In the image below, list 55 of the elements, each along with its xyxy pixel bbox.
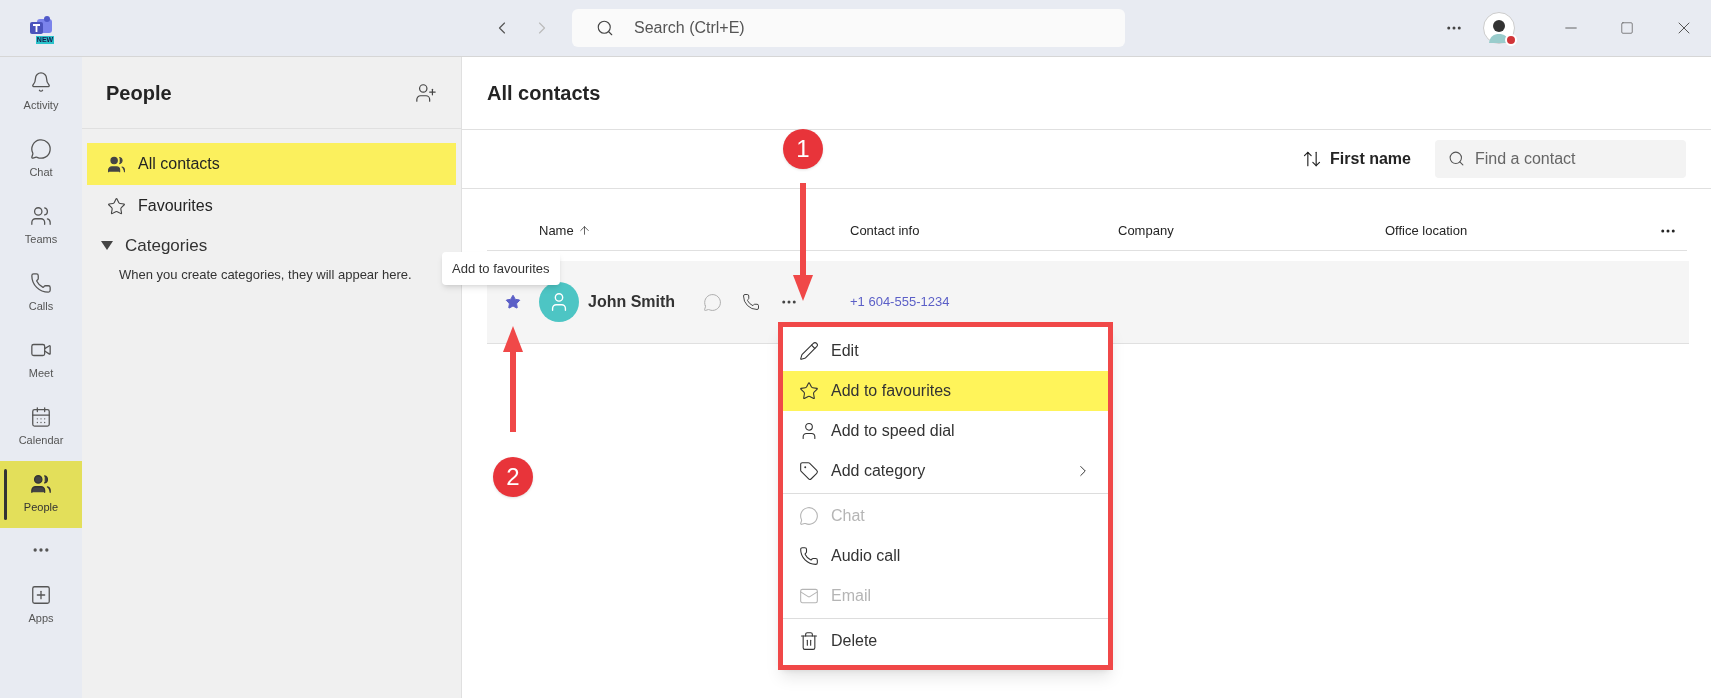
pencil-icon <box>799 341 819 361</box>
menu-item[interactable]: Delete <box>783 621 1108 661</box>
rail-icon <box>30 138 52 161</box>
column-header: Company <box>1118 221 1175 240</box>
chat-icon <box>799 506 819 526</box>
menu-item[interactable]: Add to favourites <box>783 371 1108 411</box>
people-icon <box>107 154 126 174</box>
column-header: Office location <box>1385 221 1469 240</box>
star-icon <box>107 196 126 216</box>
rail-item[interactable]: Calendar <box>0 394 82 461</box>
trash-icon <box>799 631 819 651</box>
rail-item[interactable]: Activity <box>0 59 82 126</box>
profile-avatar[interactable] <box>1483 12 1515 44</box>
contact-name: John Smith <box>588 292 676 312</box>
phone-number[interactable]: +1 604-555-1234 <box>850 292 950 312</box>
rail-icon <box>30 272 52 295</box>
rail-item[interactable]: Meet <box>0 327 82 394</box>
rail-icon <box>30 205 52 228</box>
step-badge: 1 <box>783 129 823 169</box>
rail-item[interactable]: Calls <box>0 260 82 327</box>
categories-hint: When you create categories, they will appear here. <box>118 266 413 284</box>
phone-icon <box>799 546 819 566</box>
nav-item[interactable]: All contacts <box>87 143 456 185</box>
rail-item[interactable]: Teams <box>0 193 82 260</box>
sort-icon <box>1302 149 1323 169</box>
page-title: All contacts <box>487 81 601 106</box>
rail-item[interactable]: Apps <box>0 572 82 639</box>
panel-title: People <box>106 80 172 106</box>
menu-item[interactable]: Add category <box>783 451 1108 491</box>
find-contact-field[interactable]: Find a contact <box>1435 140 1686 178</box>
sort-button[interactable]: First name <box>1302 147 1411 171</box>
column-header: Contact info <box>850 221 921 240</box>
caret-icon <box>101 241 113 251</box>
tooltip: Add to favourites <box>442 252 560 285</box>
menu-item[interactable]: Add to speed dial <box>783 411 1108 451</box>
star-icon <box>799 381 819 401</box>
rail-item[interactable]: People <box>0 461 82 528</box>
rail-icon <box>30 406 52 429</box>
search-field[interactable]: Search (Ctrl+E) <box>572 9 1125 47</box>
step-badge: 2 <box>493 457 533 497</box>
people-icon <box>30 473 52 496</box>
rail-icon <box>30 71 52 94</box>
sort-ascending-icon <box>577 224 591 237</box>
rail-item[interactable]: Chat <box>0 126 82 193</box>
star-icon[interactable] <box>505 294 521 310</box>
search-icon <box>596 19 614 37</box>
rail-icon <box>30 584 52 607</box>
mail-icon <box>799 586 819 606</box>
menu-item[interactable]: Audio call <box>783 536 1108 576</box>
add-contact-icon[interactable] <box>415 81 437 104</box>
call-icon[interactable] <box>742 293 761 311</box>
column-header[interactable]: Name <box>539 220 850 241</box>
search-icon <box>1448 150 1465 167</box>
tag-icon <box>799 461 819 481</box>
nav-item[interactable]: Favourites <box>87 185 456 227</box>
